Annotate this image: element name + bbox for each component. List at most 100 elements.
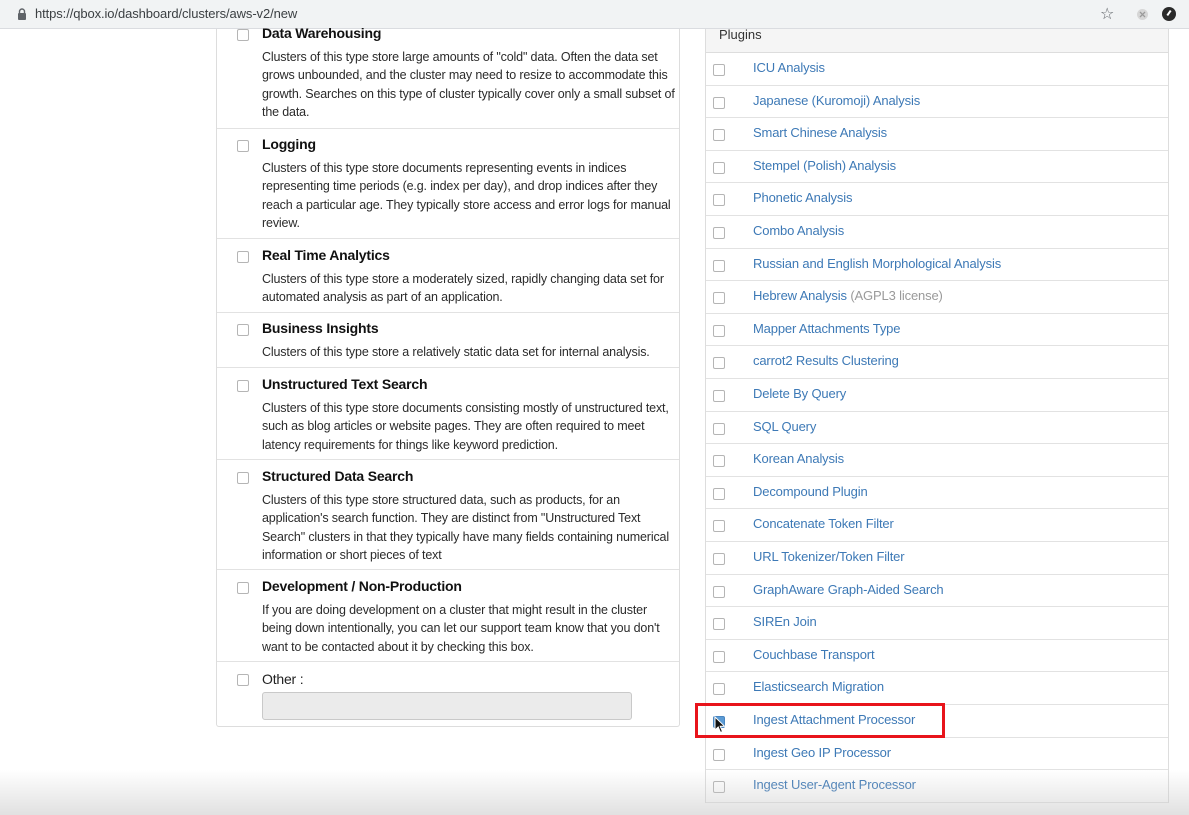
plugin-name[interactable]: Stempel (Polish) Analysis <box>753 158 896 173</box>
plugin-row[interactable]: Delete By Query <box>706 379 1168 412</box>
cluster-type-checkbox[interactable] <box>237 582 249 594</box>
plugin-label[interactable]: Ingest User-Agent Processor <box>753 777 916 792</box>
plugin-label[interactable]: Elasticsearch Migration <box>753 679 884 694</box>
plugin-name[interactable]: Korean Analysis <box>753 451 844 466</box>
plugin-name[interactable]: Russian and English Morphological Analys… <box>753 256 1001 271</box>
plugin-checkbox[interactable] <box>713 129 725 142</box>
plugin-name[interactable]: Couchbase Transport <box>753 647 875 662</box>
plugin-checkbox[interactable] <box>713 553 725 565</box>
plugin-checkbox[interactable] <box>713 292 725 305</box>
cluster-type-checkbox[interactable] <box>237 140 249 152</box>
cluster-type-checkbox[interactable] <box>237 472 249 484</box>
plugin-name[interactable]: Smart Chinese Analysis <box>753 125 887 140</box>
plugin-row[interactable]: Mapper Attachments Type <box>706 314 1168 347</box>
plugin-name[interactable]: Hebrew Analysis <box>753 288 847 303</box>
plugin-row[interactable]: Concatenate Token Filter <box>706 509 1168 542</box>
plugin-row[interactable]: Phonetic Analysis <box>706 183 1168 216</box>
plugin-name[interactable]: ICU Analysis <box>753 60 825 75</box>
plugin-checkbox[interactable] <box>713 227 725 239</box>
plugin-name[interactable]: carrot2 Results Clustering <box>753 353 899 368</box>
plugin-label[interactable]: Ingest Geo IP Processor <box>753 745 891 760</box>
plugin-name[interactable]: URL Tokenizer/Token Filter <box>753 549 905 564</box>
plugin-checkbox[interactable] <box>713 96 725 109</box>
plugin-row[interactable]: Ingest User-Agent Processor <box>706 770 1168 803</box>
plugin-row[interactable]: Ingest Attachment Processor <box>706 705 1168 738</box>
other-input[interactable] <box>262 692 632 720</box>
plugin-label[interactable]: Russian and English Morphological Analys… <box>753 256 1001 271</box>
plugin-checkbox[interactable] <box>713 194 725 207</box>
plugin-label[interactable]: Japanese (Kuromoji) Analysis <box>753 93 920 108</box>
cluster-type-checkbox[interactable] <box>237 324 249 336</box>
plugin-checkbox[interactable] <box>713 781 725 794</box>
plugin-name[interactable]: Elasticsearch Migration <box>753 679 884 694</box>
plugin-label[interactable]: Delete By Query <box>753 386 846 401</box>
plugin-name[interactable]: Delete By Query <box>753 386 846 401</box>
plugin-row[interactable]: Stempel (Polish) Analysis <box>706 151 1168 184</box>
cluster-type-checkbox[interactable] <box>237 29 249 41</box>
cluster-type-checkbox[interactable] <box>237 251 249 263</box>
plugin-checkbox[interactable] <box>713 161 725 174</box>
plugin-row[interactable]: Decompound Plugin <box>706 477 1168 510</box>
plugin-row[interactable]: Korean Analysis <box>706 444 1168 477</box>
plugin-name[interactable]: GraphAware Graph-Aided Search <box>753 582 944 597</box>
plugin-label[interactable]: SIREn Join <box>753 614 817 629</box>
plugin-checkbox[interactable] <box>713 487 725 500</box>
plugin-checkbox[interactable] <box>713 748 725 761</box>
plugin-row[interactable]: Ingest Geo IP Processor <box>706 738 1168 771</box>
plugin-label[interactable]: SQL Query <box>753 419 816 434</box>
plugin-row[interactable]: SQL Query <box>706 412 1168 445</box>
plugin-name[interactable]: Combo Analysis <box>753 223 844 238</box>
plugin-name[interactable]: Concatenate Token Filter <box>753 516 894 531</box>
plugin-label[interactable]: carrot2 Results Clustering <box>753 353 899 368</box>
plugin-name[interactable]: Japanese (Kuromoji) Analysis <box>753 93 920 108</box>
plugin-checkbox[interactable] <box>713 422 725 435</box>
plugin-checkbox[interactable] <box>713 520 725 533</box>
plugin-label[interactable]: Couchbase Transport <box>753 647 875 662</box>
plugin-checkbox[interactable] <box>713 618 725 631</box>
plugin-checkbox[interactable] <box>713 357 725 370</box>
plugin-row[interactable]: Hebrew Analysis (AGPL3 license) <box>706 281 1168 314</box>
plugin-label[interactable]: GraphAware Graph-Aided Search <box>753 582 944 597</box>
plugin-name[interactable]: Mapper Attachments Type <box>753 321 900 336</box>
plugin-row[interactable]: Japanese (Kuromoji) Analysis <box>706 86 1168 119</box>
plugin-row[interactable]: URL Tokenizer/Token Filter <box>706 542 1168 575</box>
plugin-label[interactable]: Decompound Plugin <box>753 484 868 499</box>
plugin-label[interactable]: Concatenate Token Filter <box>753 516 894 531</box>
profile-extension-icon[interactable] <box>1162 7 1176 21</box>
plugin-checkbox[interactable] <box>713 455 725 468</box>
plugin-name[interactable]: SQL Query <box>753 419 816 434</box>
plugin-name[interactable]: Phonetic Analysis <box>753 190 852 205</box>
plugin-name[interactable]: SIREn Join <box>753 614 817 629</box>
plugin-name[interactable]: Ingest User-Agent Processor <box>753 777 916 792</box>
plugin-name[interactable]: Ingest Attachment Processor <box>753 712 915 727</box>
plugin-checkbox[interactable] <box>713 683 725 696</box>
plugin-row[interactable]: Combo Analysis <box>706 216 1168 249</box>
plugin-label[interactable]: Ingest Attachment Processor <box>753 712 915 727</box>
plugin-label[interactable]: Mapper Attachments Type <box>753 321 900 336</box>
plugin-label[interactable]: Combo Analysis <box>753 223 844 238</box>
plugin-label[interactable]: URL Tokenizer/Token Filter <box>753 549 905 564</box>
plugin-label[interactable]: Korean Analysis <box>753 451 844 466</box>
plugin-name[interactable]: Decompound Plugin <box>753 484 868 499</box>
plugin-checkbox[interactable] <box>713 390 725 402</box>
plugin-row[interactable]: SIREn Join <box>706 607 1168 640</box>
plugin-checkbox[interactable] <box>713 585 725 598</box>
plugin-label[interactable]: Stempel (Polish) Analysis <box>753 158 896 173</box>
plugin-checkbox[interactable] <box>713 64 725 76</box>
plugin-row[interactable]: ICU Analysis <box>706 53 1168 86</box>
other-checkbox[interactable] <box>237 674 249 686</box>
plugin-row[interactable]: carrot2 Results Clustering <box>706 346 1168 379</box>
plugin-checkbox[interactable] <box>713 259 725 272</box>
plugin-label[interactable]: ICU Analysis <box>753 60 825 75</box>
plugin-row[interactable]: Smart Chinese Analysis <box>706 118 1168 151</box>
plugin-label[interactable]: Phonetic Analysis <box>753 190 852 205</box>
plugin-label[interactable]: Smart Chinese Analysis <box>753 125 887 140</box>
plugin-checkbox[interactable] <box>713 324 725 337</box>
plugin-row[interactable]: GraphAware Graph-Aided Search <box>706 575 1168 608</box>
extension-icon[interactable] <box>1136 8 1149 21</box>
plugin-name[interactable]: Ingest Geo IP Processor <box>753 745 891 760</box>
plugin-checkbox[interactable] <box>713 650 725 663</box>
plugin-row[interactable]: Russian and English Morphological Analys… <box>706 249 1168 282</box>
plugin-label[interactable]: Hebrew Analysis (AGPL3 license) <box>753 288 943 303</box>
plugin-row[interactable]: Elasticsearch Migration <box>706 672 1168 705</box>
